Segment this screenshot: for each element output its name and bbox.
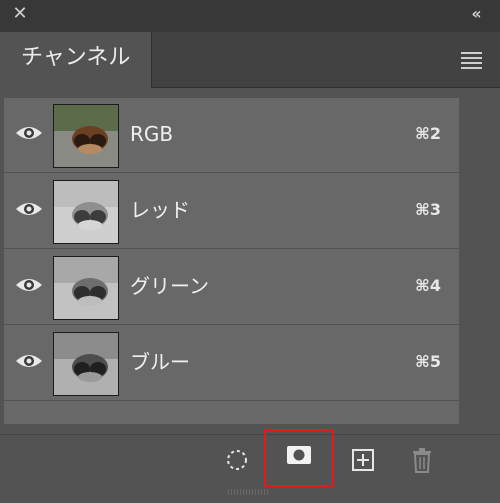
load-channel-as-selection-icon <box>227 450 247 470</box>
channel-shortcut: ⌘5 <box>415 352 441 371</box>
channel-thumbnail-green <box>53 256 119 320</box>
channel-label: ブルー <box>130 350 190 374</box>
delete-channel-button[interactable] <box>405 443 439 477</box>
visibility-eye-icon[interactable] <box>15 123 43 143</box>
panel-title-bar: ✕ ‹‹ <box>0 0 500 32</box>
channel-label: RGB <box>130 122 174 146</box>
dog-photo-thumbnail-icon <box>54 333 118 395</box>
channel-row-blue[interactable]: ブルー ⌘5 <box>4 326 459 401</box>
save-selection-as-channel-button[interactable] <box>264 429 334 487</box>
new-channel-button[interactable] <box>346 443 380 477</box>
visibility-eye-icon[interactable] <box>15 275 43 295</box>
panel-tab-bar: チャンネル <box>0 32 500 88</box>
panel-resize-grip[interactable] <box>228 489 268 495</box>
channel-label: グリーン <box>130 274 209 298</box>
channel-list: RGB ⌘2 レッド ⌘3 グリーン ⌘4 ブルー ⌘5 <box>4 98 459 424</box>
collapse-panel-icon[interactable]: ‹‹ <box>464 5 486 23</box>
channel-shortcut: ⌘3 <box>415 200 441 219</box>
channel-row-rgb[interactable]: RGB ⌘2 <box>4 98 459 173</box>
visibility-eye-icon[interactable] <box>15 199 43 219</box>
load-channel-as-selection-button[interactable] <box>220 443 254 477</box>
new-channel-icon <box>352 449 374 471</box>
channel-thumbnail-red <box>53 180 119 244</box>
channel-label: レッド <box>130 198 190 222</box>
delete-channel-icon <box>413 448 431 473</box>
panel-menu-icon[interactable] <box>461 52 482 69</box>
dog-photo-thumbnail-icon <box>54 105 118 167</box>
tab-channels-label: チャンネル <box>21 45 131 70</box>
channel-row-green[interactable]: グリーン ⌘4 <box>4 250 459 325</box>
dog-photo-thumbnail-icon <box>54 181 118 243</box>
channel-toolbar <box>0 429 500 503</box>
channel-shortcut: ⌘4 <box>415 276 441 295</box>
scrollbar-track[interactable] <box>462 98 496 424</box>
dog-photo-thumbnail-icon <box>54 257 118 319</box>
channel-thumbnail-rgb <box>53 104 119 168</box>
channel-row-red[interactable]: レッド ⌘3 <box>4 174 459 249</box>
channel-thumbnail-blue <box>53 332 119 396</box>
close-icon[interactable]: ✕ <box>10 4 30 24</box>
channel-shortcut: ⌘2 <box>415 124 441 143</box>
channel-list-area: RGB ⌘2 レッド ⌘3 グリーン ⌘4 ブルー ⌘5 <box>0 88 500 434</box>
tab-channels[interactable]: チャンネル <box>0 32 152 88</box>
save-selection-as-channel-icon <box>287 446 311 464</box>
visibility-eye-icon[interactable] <box>15 351 43 371</box>
